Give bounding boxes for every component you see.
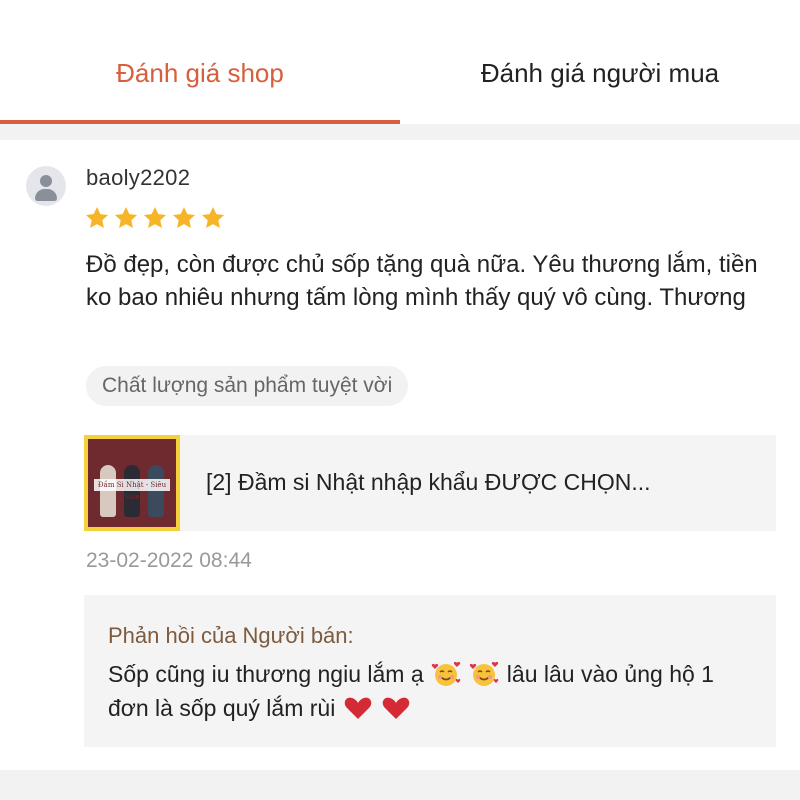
- tab-buyer-reviews[interactable]: Đánh giá người mua: [400, 0, 800, 124]
- red-heart-emoji: [344, 697, 371, 719]
- star-rating: [84, 205, 226, 231]
- review-tag: Chất lượng sản phẩm tuyệt vời: [86, 366, 409, 406]
- divider: [0, 770, 800, 800]
- seller-reply-text: Sốp cũng iu thương ngiu lắm ạ lâu lâu và…: [108, 657, 748, 725]
- user-avatar-icon[interactable]: [26, 166, 66, 206]
- seller-reply: Phản hồi của Người bán: Sốp cũng iu thươ…: [84, 595, 776, 747]
- red-heart-emoji: [382, 697, 410, 719]
- tab-shop-reviews[interactable]: Đánh giá shop: [0, 0, 400, 124]
- seller-reply-title: Phản hồi của Người bán:: [108, 623, 354, 648]
- seller-reply-text-part1: Sốp cũng iu thương ngiu lắm ạ: [108, 661, 424, 687]
- smiling-hearts-emoji: [431, 661, 461, 686]
- product-card[interactable]: Đầm Si Nhật - Siêu Sale [2] Đầm si Nhật …: [84, 435, 776, 531]
- star-icon: [143, 206, 167, 228]
- tab-shop-reviews-label: Đánh giá shop: [116, 58, 284, 88]
- star-icon: [201, 206, 225, 228]
- tab-bar: Đánh giá shop Đánh giá người mua: [0, 0, 800, 124]
- divider: [0, 124, 800, 140]
- tab-buyer-reviews-label: Đánh giá người mua: [480, 58, 720, 88]
- star-icon: [114, 206, 138, 228]
- product-name[interactable]: [2] Đầm si Nhật nhập khẩu ĐƯỢC CHỌN...: [206, 469, 651, 496]
- review-timestamp: 23-02-2022 08:44: [86, 549, 252, 572]
- star-icon: [172, 206, 196, 228]
- product-thumbnail-caption: Đầm Si Nhật - Siêu Sale: [94, 479, 170, 501]
- product-thumbnail[interactable]: Đầm Si Nhật - Siêu Sale: [84, 435, 180, 531]
- review-text: Đồ đẹp, còn được chủ sốp tặng quà nữa. Y…: [86, 251, 758, 311]
- smiling-hearts-emoji: [470, 661, 499, 686]
- reviewer-username[interactable]: baoly2202: [86, 165, 190, 191]
- star-icon: [85, 206, 109, 228]
